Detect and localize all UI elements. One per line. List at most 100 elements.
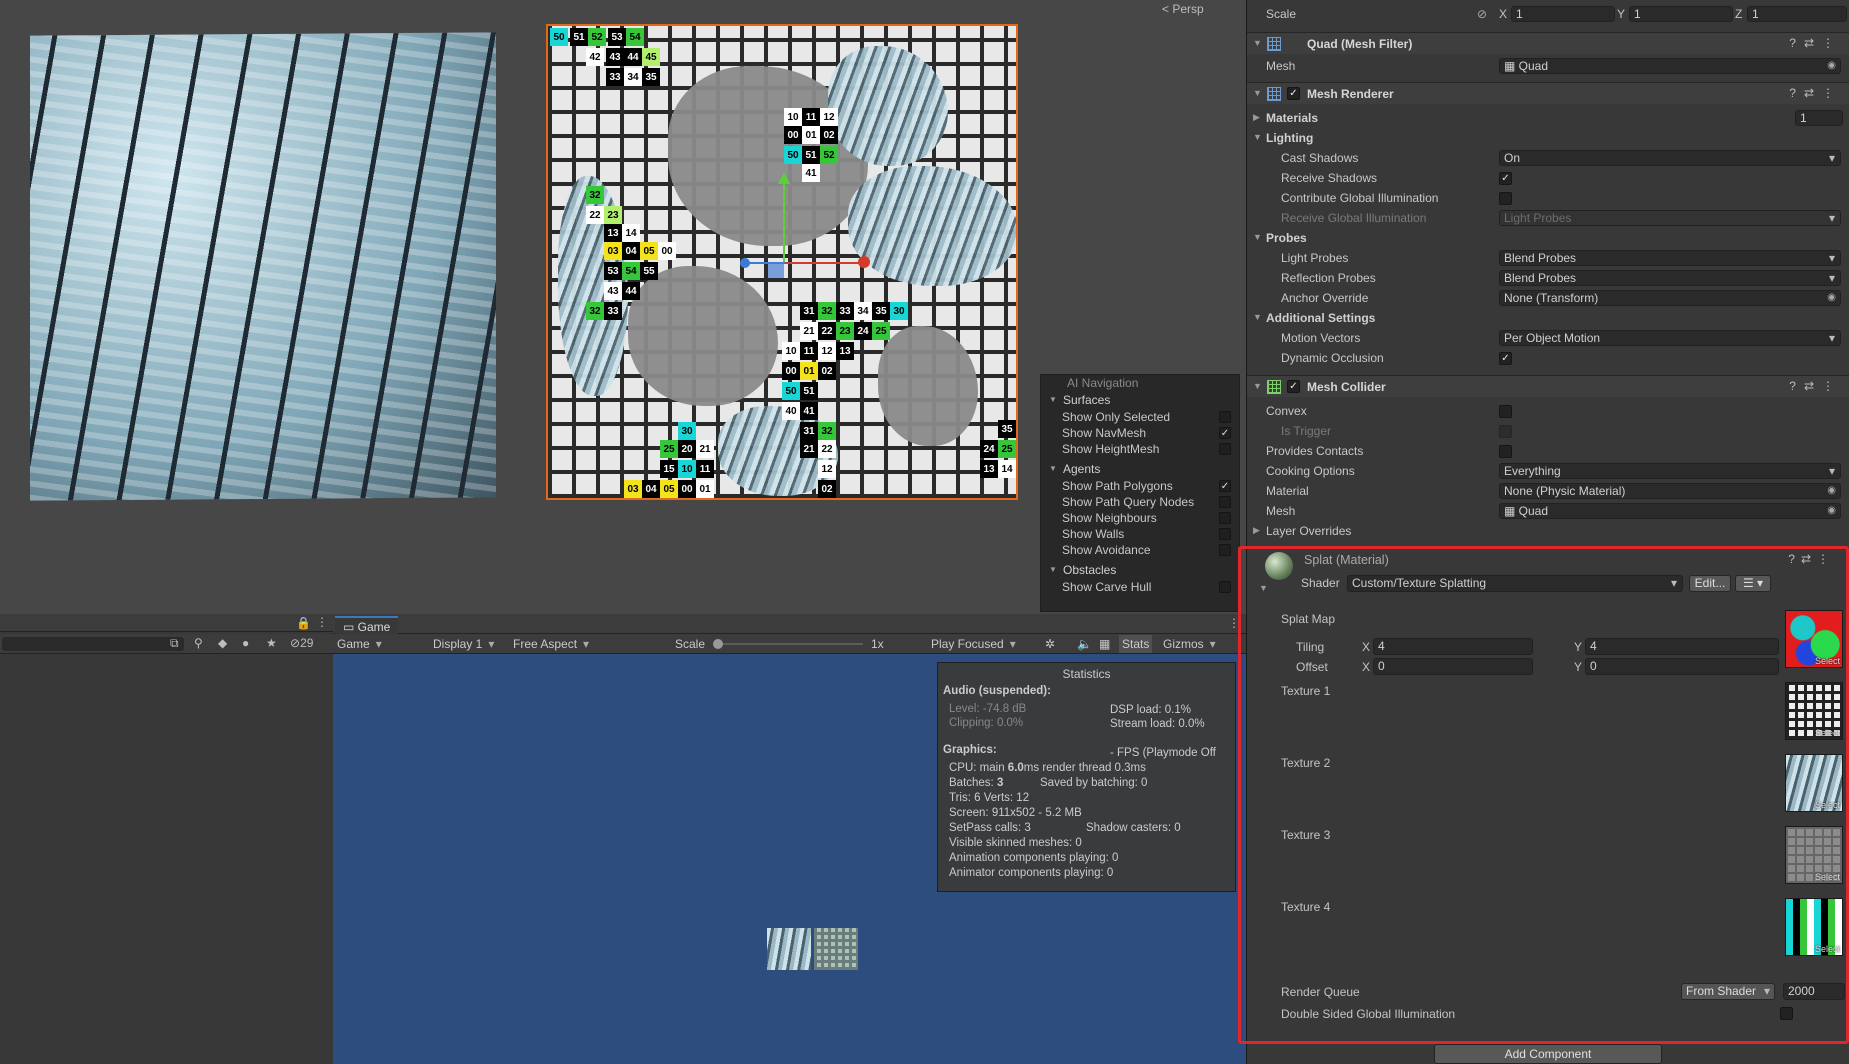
grid-icon[interactable]: ▦ bbox=[1099, 637, 1110, 651]
play-mode-dropdown[interactable]: Play Focused bbox=[931, 637, 1016, 651]
mesh-collider-header[interactable]: ▼ ✓ Mesh Collider ?⇄⋮ bbox=[1247, 375, 1849, 397]
mesh-filter-header[interactable]: ▼ Quad (Mesh Filter) ?⇄⋮ bbox=[1247, 32, 1849, 54]
foldout-icon[interactable]: ▼ bbox=[1253, 88, 1262, 98]
reflection-probes-dropdown[interactable]: Blend Probes bbox=[1499, 270, 1841, 286]
show-avoidance-row[interactable]: Show Avoidance bbox=[1041, 542, 1239, 558]
additional-settings-foldout[interactable]: ▼ Additional Settings bbox=[1247, 309, 1849, 327]
additional-settings-label[interactable]: Additional Settings bbox=[1266, 311, 1375, 325]
motion-vectors-dropdown[interactable]: Per Object Motion bbox=[1499, 330, 1841, 346]
convex-checkbox[interactable] bbox=[1499, 405, 1512, 418]
add-component-button[interactable]: Add Component bbox=[1434, 1044, 1662, 1064]
mesh-renderer-enabled-checkbox[interactable]: ✓ bbox=[1287, 87, 1300, 100]
foldout-icon[interactable]: ▶ bbox=[1253, 525, 1260, 536]
foldout-icon[interactable]: ▼ bbox=[1253, 132, 1262, 142]
scale-slider[interactable] bbox=[713, 643, 863, 645]
layer-overrides-label[interactable]: Layer Overrides bbox=[1266, 524, 1351, 538]
show-neighbours-row[interactable]: Show Neighbours bbox=[1041, 510, 1239, 526]
move-gizmo-y-arrow[interactable] bbox=[778, 172, 790, 184]
show-walls-checkbox[interactable] bbox=[1219, 528, 1231, 540]
contribute-gi-checkbox[interactable] bbox=[1499, 192, 1512, 205]
texture-quad-left[interactable] bbox=[30, 32, 496, 501]
move-gizmo-x-handle[interactable] bbox=[858, 256, 870, 268]
show-heightmesh-checkbox[interactable] bbox=[1219, 443, 1231, 455]
physic-material-field[interactable]: None (Physic Material) bbox=[1499, 483, 1841, 499]
probes-foldout[interactable]: ▼ Probes bbox=[1247, 229, 1849, 247]
move-gizmo-y-axis[interactable] bbox=[783, 180, 785, 264]
foldout-icon[interactable]: ▼ bbox=[1253, 232, 1262, 242]
component-actions-icons[interactable]: ?⇄⋮ bbox=[1789, 379, 1842, 393]
component-actions-icons[interactable]: ?⇄⋮ bbox=[1789, 36, 1842, 50]
show-path-query-nodes-row[interactable]: Show Path Query Nodes bbox=[1041, 494, 1239, 510]
cast-shadows-dropdown[interactable]: On bbox=[1499, 150, 1841, 166]
cooking-options-dropdown[interactable]: Everything bbox=[1499, 463, 1841, 479]
receive-gi-dropdown: Light Probes bbox=[1499, 210, 1841, 226]
surfaces-foldout[interactable]: Surfaces bbox=[1041, 391, 1239, 409]
gizmos-dropdown[interactable]: Gizmos bbox=[1163, 637, 1216, 651]
link-icon[interactable]: ⊘ bbox=[1477, 7, 1487, 21]
materials-label[interactable]: Materials bbox=[1266, 111, 1318, 125]
contribute-gi-row: Contribute Global Illumination bbox=[1247, 189, 1849, 207]
frame-debug-icon[interactable]: ✲ bbox=[1045, 637, 1055, 651]
move-gizmo-x-axis[interactable] bbox=[785, 262, 861, 264]
ai-navigation-title[interactable]: AI Navigation bbox=[1041, 375, 1239, 391]
lighting-foldout[interactable]: ▼ Lighting bbox=[1247, 129, 1849, 147]
mesh-collider-enabled-checkbox[interactable]: ✓ bbox=[1287, 380, 1300, 393]
favorite-icon[interactable]: ★ bbox=[266, 636, 277, 650]
show-navmesh-row[interactable]: Show NavMesh ✓ bbox=[1041, 425, 1239, 441]
scale-slider-handle[interactable] bbox=[713, 639, 723, 649]
display-dropdown[interactable]: Display 1 bbox=[433, 637, 494, 651]
aspect-dropdown[interactable]: Free Aspect bbox=[513, 637, 665, 651]
mute-audio-icon[interactable]: 🔈 bbox=[1077, 637, 1092, 651]
show-carve-hull-checkbox[interactable] bbox=[1219, 581, 1231, 593]
stats-button[interactable]: Stats bbox=[1119, 635, 1153, 653]
obstacles-foldout[interactable]: Obstacles bbox=[1041, 561, 1239, 579]
persp-label[interactable]: < Persp bbox=[1162, 2, 1204, 16]
materials-row[interactable]: ▶ Materials 1 bbox=[1247, 109, 1849, 127]
dynamic-occlusion-checkbox[interactable]: ✓ bbox=[1499, 352, 1512, 365]
anchor-override-field[interactable]: None (Transform) bbox=[1499, 290, 1841, 306]
move-gizmo-center[interactable] bbox=[768, 262, 784, 278]
show-path-polygons-row[interactable]: Show Path Polygons ✓ bbox=[1041, 478, 1239, 494]
foldout-icon[interactable]: ▼ bbox=[1253, 381, 1262, 391]
provides-contacts-checkbox[interactable] bbox=[1499, 445, 1512, 458]
show-only-selected-checkbox[interactable] bbox=[1219, 411, 1231, 423]
show-avoidance-checkbox[interactable] bbox=[1219, 544, 1231, 556]
show-walls-row[interactable]: Show Walls bbox=[1041, 526, 1239, 542]
materials-count-field[interactable]: 1 bbox=[1795, 110, 1843, 126]
game-mode-dropdown[interactable]: Game bbox=[337, 637, 423, 651]
show-heightmesh-row[interactable]: Show HeightMesh bbox=[1041, 441, 1239, 457]
label-icon[interactable]: ◆ bbox=[218, 636, 227, 650]
show-only-selected-row[interactable]: Show Only Selected bbox=[1041, 409, 1239, 425]
probes-label[interactable]: Probes bbox=[1266, 231, 1307, 245]
move-gizmo-z-handle[interactable] bbox=[740, 258, 750, 268]
picking-icon[interactable]: ⚲ bbox=[194, 636, 203, 650]
hierarchy-search-input[interactable] bbox=[2, 637, 184, 651]
scale-x-field[interactable]: 1 bbox=[1511, 6, 1615, 22]
show-path-polygons-checkbox[interactable]: ✓ bbox=[1219, 480, 1231, 492]
kebab-menu-icon[interactable]: ⋮ bbox=[316, 615, 328, 629]
warning-icon[interactable]: ● bbox=[242, 636, 249, 650]
layer-overrides-foldout[interactable]: ▶ Layer Overrides bbox=[1247, 522, 1849, 540]
mesh-renderer-header[interactable]: ▼ ✓ Mesh Renderer ?⇄⋮ bbox=[1247, 82, 1849, 104]
light-probes-dropdown[interactable]: Blend Probes bbox=[1499, 250, 1841, 266]
scene-view[interactable]: < Persp 50 51 52 53 54 42 43 44 45 33 34 35 10 11 12 00… bbox=[0, 0, 1246, 614]
lighting-label[interactable]: Lighting bbox=[1266, 131, 1313, 145]
scale-y-field[interactable]: 1 bbox=[1629, 6, 1733, 22]
show-navmesh-checkbox[interactable]: ✓ bbox=[1219, 427, 1231, 439]
scene-visibility-icon[interactable]: ⧉ bbox=[170, 636, 179, 651]
mesh-field[interactable]: ▦ Quad bbox=[1499, 58, 1841, 74]
agents-foldout[interactable]: Agents bbox=[1041, 460, 1239, 478]
collider-mesh-field[interactable]: ▦ Quad bbox=[1499, 503, 1841, 519]
foldout-icon[interactable]: ▼ bbox=[1253, 312, 1262, 322]
foldout-icon[interactable]: ▶ bbox=[1253, 112, 1260, 123]
show-neighbours-checkbox[interactable] bbox=[1219, 512, 1231, 524]
show-carve-hull-row[interactable]: Show Carve Hull bbox=[1041, 579, 1239, 595]
receive-shadows-checkbox[interactable]: ✓ bbox=[1499, 172, 1512, 185]
scale-z-field[interactable]: 1 bbox=[1747, 6, 1847, 22]
lock-icon[interactable]: 🔒 bbox=[296, 616, 311, 630]
hidden-count[interactable]: ⊘29 bbox=[290, 636, 313, 650]
foldout-icon[interactable]: ▼ bbox=[1253, 38, 1262, 48]
game-tab[interactable]: ▭ Game bbox=[335, 616, 399, 634]
component-actions-icons[interactable]: ?⇄⋮ bbox=[1789, 86, 1842, 100]
show-path-query-nodes-checkbox[interactable] bbox=[1219, 496, 1231, 508]
